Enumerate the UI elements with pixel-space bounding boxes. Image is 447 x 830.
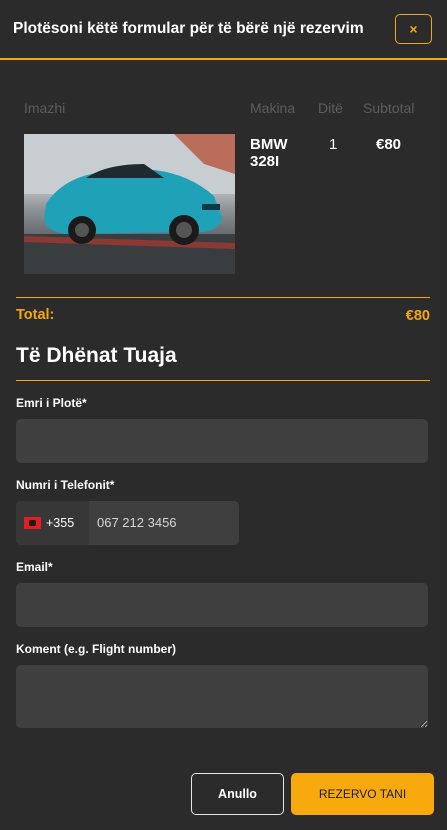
name-label: Emri i Plotë* [16,396,87,410]
section-divider [16,380,430,381]
total-label: Total: [16,307,55,323]
phone-label: Numri i Telefonit* [16,478,115,492]
car-photo-icon [24,134,235,274]
column-header-image: Imazhi [24,100,66,116]
reserve-button[interactable]: REZERVO TANI [291,773,434,815]
column-header-subtotal: Subtotal [363,100,415,116]
country-code-selector[interactable]: +355 [16,501,89,545]
table-divider [16,297,430,298]
close-button[interactable]: × [395,14,432,44]
comment-label: Koment (e.g. Flight number) [16,642,176,656]
comment-textarea[interactable] [16,665,428,728]
days-value: 1 [329,136,338,153]
column-header-car: Makina [250,100,296,116]
modal-title: Plotësoni këtë formular për të bërë një … [13,20,364,37]
phone-input[interactable]: +355 067 212 3456 [16,501,239,545]
section-title: Të Dhënat Tuaja [16,344,177,367]
email-label: Email* [16,560,53,574]
albania-flag-icon [24,517,41,529]
column-header-days: Ditë [318,100,343,116]
modal-header: Plotësoni këtë formular për të bërë një … [0,0,447,60]
close-icon: × [409,21,418,37]
dial-code: +355 [46,516,75,530]
email-input[interactable] [16,583,428,627]
car-name: BMW 328I [250,136,288,170]
phone-number-value: 067 212 3456 [97,515,177,530]
cancel-button[interactable]: Anullo [191,773,284,815]
subtotal-value: €80 [376,136,402,153]
full-name-input[interactable] [16,419,428,463]
total-value: €80 [405,308,430,324]
